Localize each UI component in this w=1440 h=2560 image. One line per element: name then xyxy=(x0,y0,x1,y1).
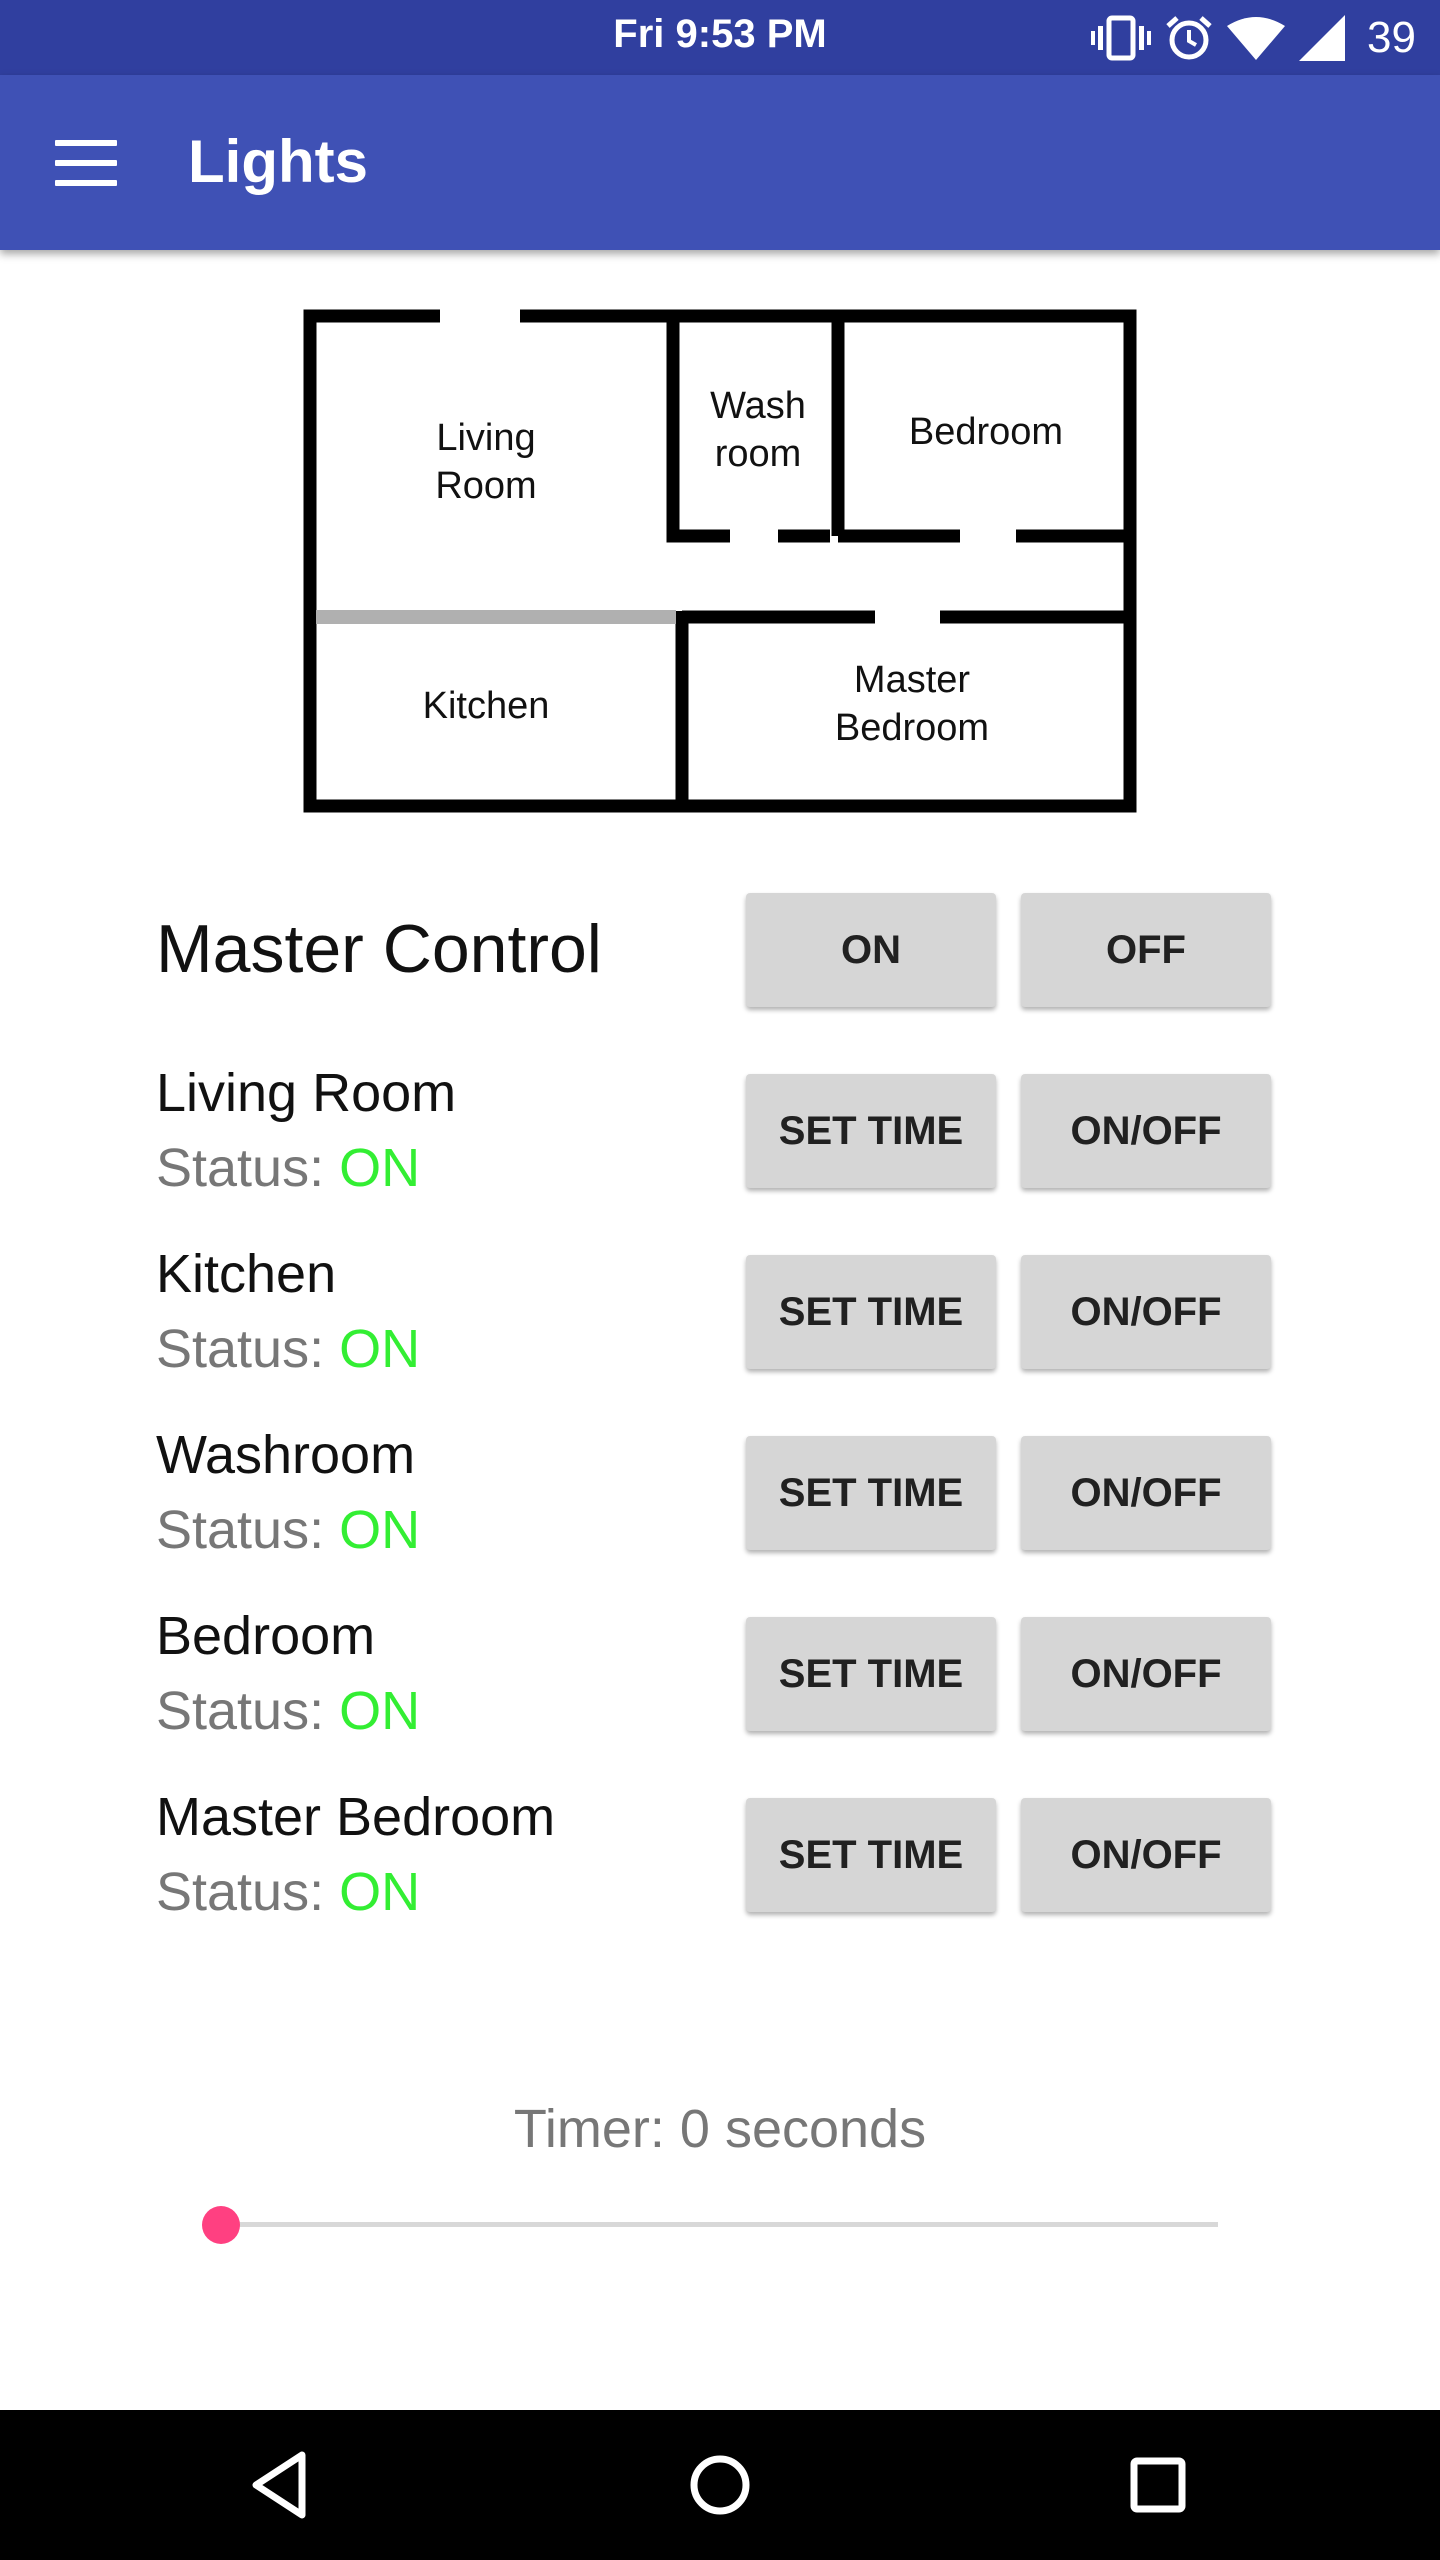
master-control-label: Master Control xyxy=(156,911,602,987)
master-off-button[interactable]: OFF xyxy=(1021,893,1271,1007)
status-icons: 39 xyxy=(1091,10,1416,66)
room-status: Status: ON xyxy=(156,1319,421,1379)
home-icon[interactable] xyxy=(680,2445,760,2525)
room-name: Bedroom xyxy=(156,1606,376,1666)
battery-level: 39 xyxy=(1367,13,1416,62)
room-name: Master Bedroom xyxy=(156,1787,556,1847)
slider-track xyxy=(222,2222,1218,2227)
floor-plan-master-bedroom-label: Master Bedroom xyxy=(835,659,989,749)
alarm-icon xyxy=(1166,16,1212,60)
page-title: Lights xyxy=(188,128,368,195)
master-bedroom-set-time-button[interactable]: SET TIME xyxy=(746,1798,996,1912)
washroom-toggle-button[interactable]: ON/OFF xyxy=(1021,1436,1271,1550)
status-value: ON xyxy=(339,1138,421,1198)
kitchen-set-time-button[interactable]: SET TIME xyxy=(746,1255,996,1369)
floor-plan-kitchen-label: Kitchen xyxy=(423,685,550,727)
status-value: ON xyxy=(339,1500,421,1560)
status-value: ON xyxy=(339,1319,421,1379)
kitchen-toggle-button[interactable]: ON/OFF xyxy=(1021,1255,1271,1369)
status-bar: Fri 9:53 PM 39 xyxy=(0,0,1440,75)
bedroom-set-time-button[interactable]: SET TIME xyxy=(746,1617,996,1731)
wifi-icon xyxy=(1227,17,1286,60)
floor-plan-washroom-label: Wash room xyxy=(710,385,806,475)
floor-plan-bedroom-label: Bedroom xyxy=(909,411,1063,453)
floor-plan-living-room-label: Living Room xyxy=(435,417,536,507)
timer-label: Timer: 0 seconds xyxy=(513,2099,927,2159)
living-room-set-time-button[interactable]: SET TIME xyxy=(746,1074,996,1188)
room-name: Washroom xyxy=(156,1425,416,1485)
status-value: ON xyxy=(339,1862,421,1922)
recents-icon[interactable] xyxy=(1118,2445,1198,2525)
room-name: Kitchen xyxy=(156,1244,337,1304)
signal-icon xyxy=(1299,15,1346,61)
navigation-bar xyxy=(0,2410,1440,2560)
slider-thumb[interactable] xyxy=(202,2206,240,2244)
room-status: Status: ON xyxy=(156,1862,421,1922)
status-value: ON xyxy=(339,1681,421,1741)
master-bedroom-toggle-button[interactable]: ON/OFF xyxy=(1021,1798,1271,1912)
living-room-toggle-button[interactable]: ON/OFF xyxy=(1021,1074,1271,1188)
washroom-set-time-button[interactable]: SET TIME xyxy=(746,1436,996,1550)
master-on-button[interactable]: ON xyxy=(746,893,996,1007)
back-icon[interactable] xyxy=(242,2445,322,2525)
room-status: Status: ON xyxy=(156,1138,421,1198)
floor-plan: Living Room Wash room Bedroom Kitchen Mast… xyxy=(303,309,1137,813)
vibrate-icon xyxy=(1091,15,1152,61)
room-status: Status: ON xyxy=(156,1500,421,1560)
room-name: Living Room xyxy=(156,1063,457,1123)
timer-slider[interactable] xyxy=(202,2200,1218,2250)
app-bar: Lights xyxy=(0,75,1440,250)
hamburger-menu-icon[interactable] xyxy=(55,140,117,186)
room-status: Status: ON xyxy=(156,1681,421,1741)
bedroom-toggle-button[interactable]: ON/OFF xyxy=(1021,1617,1271,1731)
